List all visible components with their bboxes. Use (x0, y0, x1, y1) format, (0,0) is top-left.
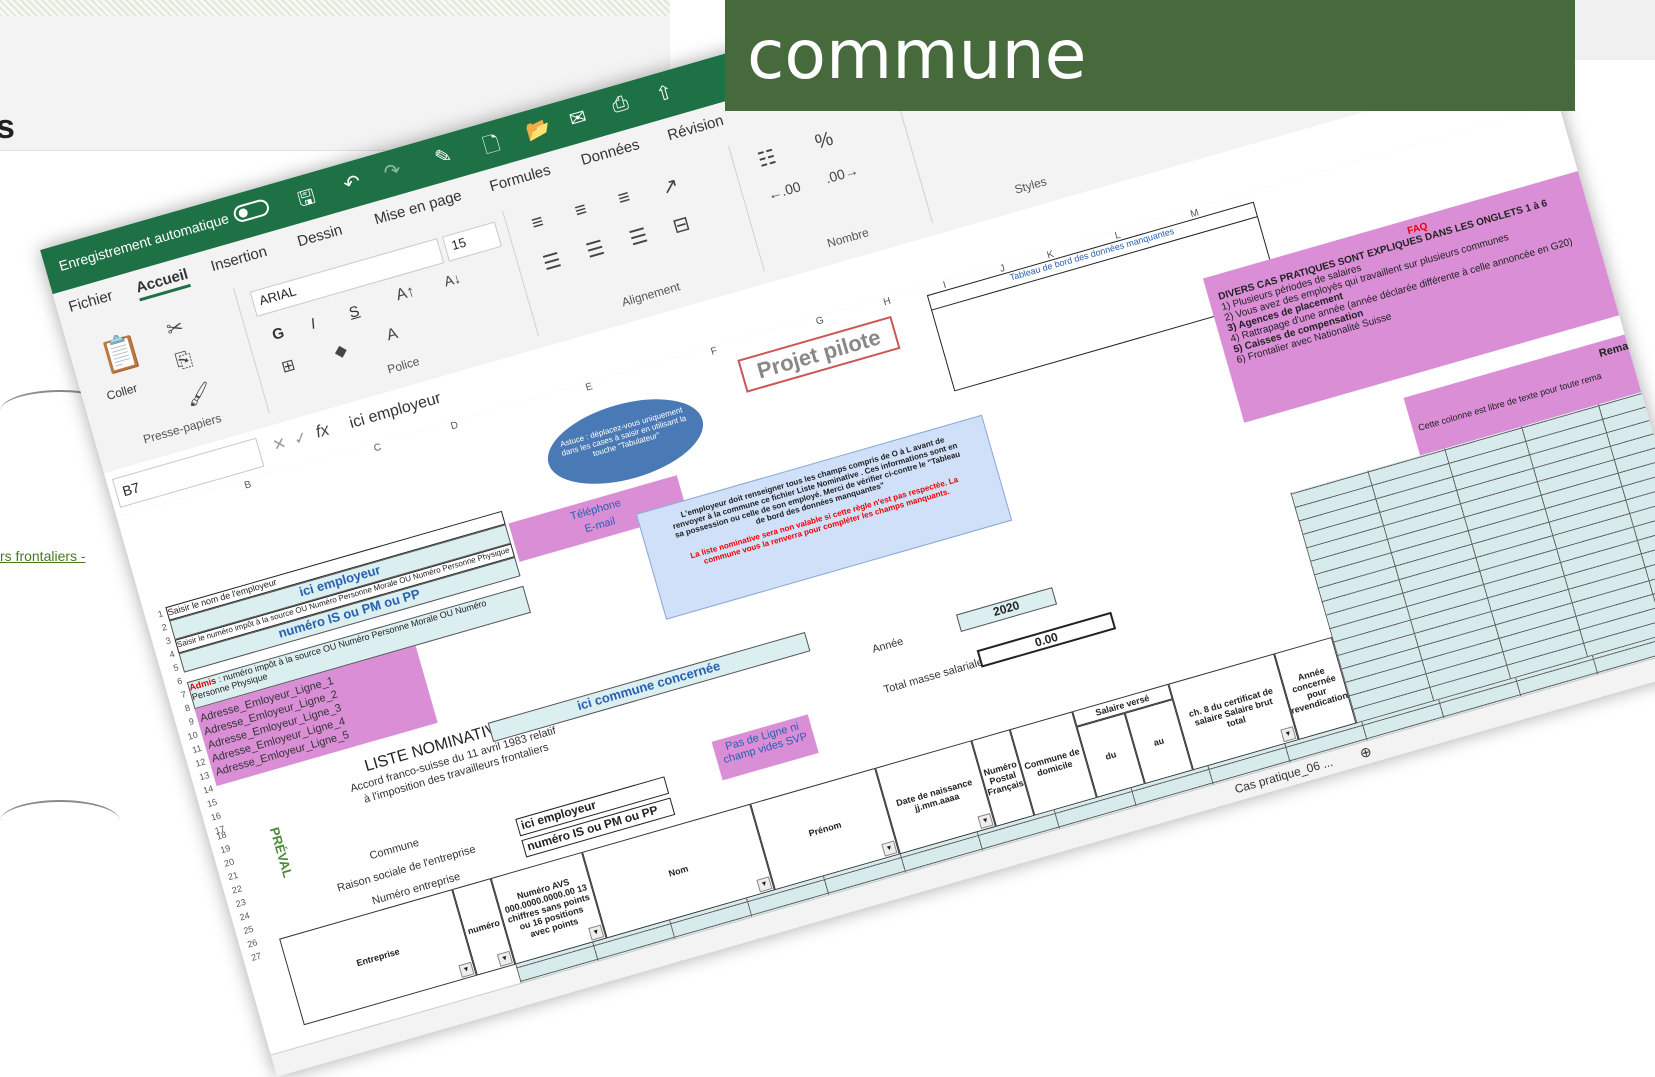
excel-window: Enregistrement automatique 🖫 ↶ ↷ ✎ 🗋 📂 ✉… (40, 0, 1655, 1077)
row-header[interactable]: 16 (204, 810, 222, 824)
row-header[interactable]: 10 (181, 730, 199, 744)
background-link[interactable]: rs frontaliers - (0, 548, 86, 564)
row-header[interactable]: 15 (200, 797, 218, 811)
increase-decimal-icon[interactable]: ←.00 (766, 178, 803, 203)
currency-icon[interactable]: ☷ (755, 144, 779, 173)
row-header[interactable]: 21 (221, 870, 239, 884)
align-left-icon[interactable]: ☰ (540, 247, 564, 276)
undo-icon[interactable]: ↶ (340, 169, 363, 198)
brush-icon[interactable]: ✎ (432, 142, 455, 171)
tab-dessin[interactable]: Dessin (295, 221, 344, 250)
percent-icon[interactable]: % (813, 128, 836, 155)
row-header[interactable]: 1 (146, 608, 165, 622)
row-header[interactable]: 12 (189, 756, 206, 770)
cancel-icon[interactable]: ✕ (270, 433, 289, 456)
merge-icon[interactable]: ⊟ (670, 210, 693, 239)
function-icon[interactable]: fx (313, 420, 331, 443)
row-header[interactable]: 22 (225, 883, 243, 897)
annee-value[interactable]: 2020 (955, 587, 1058, 632)
row-header[interactable]: 23 (229, 897, 247, 911)
row-header[interactable]: 3 (154, 635, 172, 649)
decrease-font-icon[interactable]: A↓ (442, 270, 462, 290)
tab-revision[interactable]: Révision (666, 112, 726, 144)
tab-donnees[interactable]: Données (579, 136, 641, 169)
orientation-icon[interactable]: ↗ (659, 172, 682, 201)
pas-de-ligne-note: Pas de Ligne ni champ vides SVP (711, 714, 819, 781)
bold-button[interactable]: G (270, 324, 286, 344)
row-header[interactable]: 8 (173, 703, 192, 717)
cut-icon[interactable]: ✂ (164, 314, 187, 343)
align-middle-icon[interactable]: ≡ (572, 198, 590, 223)
format-painter-icon[interactable]: 🖌 (183, 379, 214, 410)
tab-insertion[interactable]: Insertion (209, 243, 269, 275)
print-icon[interactable]: ⎙ (610, 92, 632, 119)
align-top-icon[interactable]: ≡ (529, 211, 547, 236)
annee-label: Année (870, 635, 905, 656)
row-header[interactable]: 19 (213, 843, 231, 857)
row-header[interactable]: 7 (169, 689, 188, 703)
align-bottom-icon[interactable]: ≡ (615, 186, 633, 211)
row-header[interactable]: 5 (162, 662, 180, 676)
confirm-icon[interactable]: ✓ (292, 427, 310, 450)
add-sheet-icon[interactable]: ⊕ (1358, 743, 1374, 763)
masse-salariale-label: Total masse salariale (882, 656, 985, 697)
font-size-select[interactable]: 15 (441, 221, 502, 262)
row-header[interactable]: 20 (217, 856, 235, 870)
new-file-icon[interactable]: 🗋 (480, 129, 505, 166)
astuce-cloud: Astuce : déplacez-vous uniquement dans l… (538, 383, 713, 500)
row-header[interactable]: 9 (177, 716, 196, 730)
italic-button[interactable]: I (309, 315, 318, 332)
font-color-icon[interactable]: A (385, 325, 400, 345)
row-header[interactable]: 25 (237, 924, 254, 938)
row-header[interactable]: 26 (240, 937, 258, 951)
redo-icon[interactable]: ↷ (381, 157, 404, 186)
row-header[interactable]: 4 (158, 649, 176, 663)
share-icon[interactable]: ⇧ (653, 79, 676, 108)
row-header[interactable]: 27 (244, 951, 262, 965)
fill-color-icon[interactable]: ◆ (332, 340, 350, 363)
background-curve (0, 800, 120, 842)
border-icon[interactable]: ⊞ (279, 355, 298, 378)
row-header[interactable]: 11 (185, 743, 203, 757)
commune-label: Commune (368, 836, 421, 863)
row-header[interactable]: 2 (150, 622, 169, 636)
autosave-toggle[interactable] (231, 197, 272, 224)
preval-logo: PRÉVAL (266, 825, 296, 880)
underline-button[interactable]: S (347, 303, 361, 322)
align-right-icon[interactable]: ☰ (627, 223, 651, 252)
tab-fichier[interactable]: Fichier (67, 287, 115, 316)
row-header[interactable]: 24 (233, 910, 250, 924)
background-heading: s (0, 108, 15, 146)
commune-cell[interactable]: ici commune concernée (487, 631, 811, 743)
open-folder-icon[interactable]: 📂 (523, 114, 554, 145)
row-header[interactable]: 13 (192, 770, 210, 784)
align-center-icon[interactable]: ☰ (583, 235, 607, 264)
row-header[interactable]: 6 (165, 676, 184, 690)
paste-label[interactable]: Coller (105, 381, 139, 403)
background-stripe (0, 0, 670, 16)
row-header[interactable]: 14 (196, 783, 214, 797)
paste-icon[interactable]: 📋 (95, 329, 147, 379)
banner-text: commune (747, 16, 1087, 95)
decrease-decimal-icon[interactable]: .00→ (824, 162, 861, 187)
commune-banner: commune (725, 0, 1575, 111)
email-icon[interactable]: ✉ (566, 104, 589, 133)
save-icon[interactable]: 🖫 (294, 182, 320, 219)
copy-icon[interactable]: ⎘ (173, 348, 195, 375)
increase-font-icon[interactable]: A↑ (394, 283, 417, 305)
